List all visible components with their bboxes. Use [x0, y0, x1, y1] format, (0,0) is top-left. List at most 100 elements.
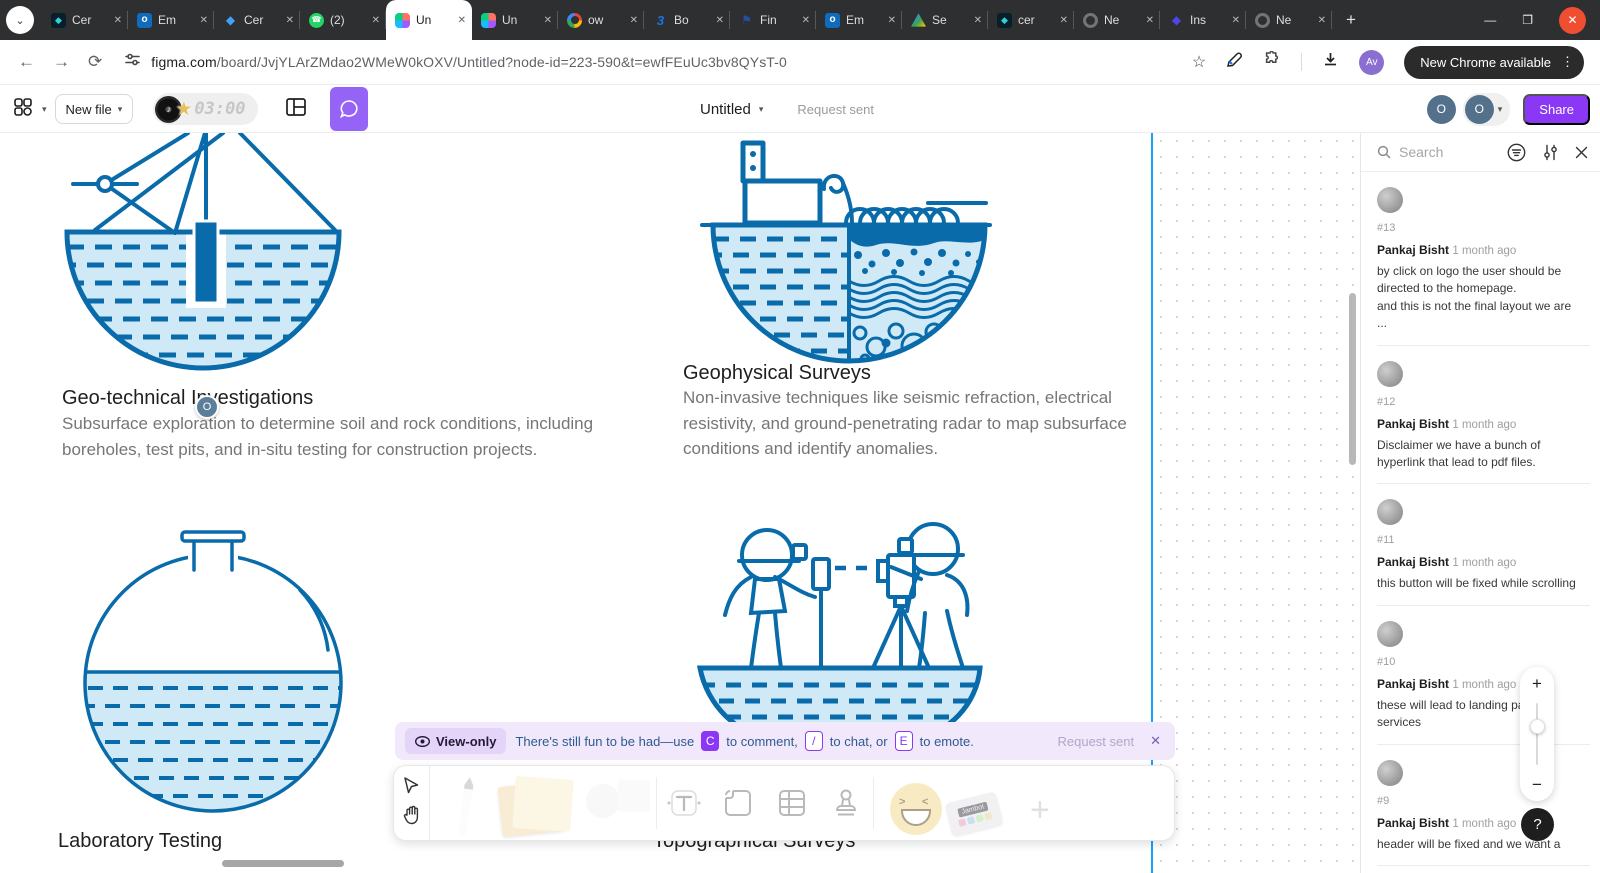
tab-close-icon[interactable]: ✕: [544, 15, 552, 26]
tab-close-icon[interactable]: ✕: [630, 15, 638, 26]
tab-close-icon[interactable]: ✕: [372, 15, 380, 26]
browser-tab[interactable]: ◆ Ins ✕: [1160, 0, 1246, 40]
divider: [1377, 865, 1590, 866]
tab-close-icon[interactable]: ✕: [1146, 15, 1154, 26]
canvas-horizontal-scrollbar[interactable]: [222, 860, 344, 867]
tab-close-icon[interactable]: ✕: [888, 15, 896, 26]
window-minimize-button[interactable]: —: [1484, 13, 1496, 27]
tab-favicon: [395, 13, 410, 28]
jambot-sticker[interactable]: Jambot: [945, 791, 1004, 837]
text-tool[interactable]: [664, 783, 704, 823]
comment-body: this button will be fixed while scrollin…: [1377, 575, 1584, 592]
tab-close-icon[interactable]: ✕: [200, 15, 208, 26]
card-title-geophysical: Geophysical Surveys: [683, 362, 871, 385]
tab-close-icon[interactable]: ✕: [114, 15, 122, 26]
comment-item[interactable]: #12 Pankaj Bisht 1 month ago Disclaimer …: [1361, 346, 1600, 485]
help-button[interactable]: ?: [1521, 808, 1554, 841]
card-body-geotechnical: Subsurface exploration to determine soil…: [62, 411, 602, 462]
current-user-avatar-menu[interactable]: O ▾: [1463, 93, 1511, 126]
chevron-down-icon[interactable]: ▾: [42, 104, 47, 115]
tab-close-icon[interactable]: ✕: [1318, 15, 1326, 26]
tab-list-chevron-icon[interactable]: ⌄: [6, 6, 34, 34]
browser-tab[interactable]: Ne ✕: [1246, 0, 1332, 40]
browser-tab[interactable]: Se ✕: [902, 0, 988, 40]
kebab-menu-icon: ⋮: [1561, 54, 1574, 70]
share-button[interactable]: Share: [1523, 94, 1590, 125]
add-more-tools-button[interactable]: +: [1030, 791, 1050, 830]
browser-tab[interactable]: Ne ✕: [1074, 0, 1160, 40]
bookmark-star-icon[interactable]: ☆: [1192, 52, 1206, 72]
tab-close-icon[interactable]: ✕: [458, 15, 466, 26]
back-icon[interactable]: ←: [18, 52, 35, 72]
zoom-slider-handle[interactable]: [1530, 719, 1545, 734]
window-close-button[interactable]: ✕: [1559, 7, 1586, 34]
browser-tab[interactable]: 3 Bo ✕: [644, 0, 730, 40]
window-restore-button[interactable]: ❐: [1522, 13, 1533, 27]
canvas-vertical-scrollbar[interactable]: [1349, 293, 1356, 465]
comment-tool-button[interactable]: [330, 87, 368, 131]
section-tool[interactable]: [718, 783, 758, 823]
tab-favicon: ◆: [223, 13, 238, 28]
tab-close-icon[interactable]: ✕: [802, 15, 810, 26]
tab-label: Em: [846, 13, 882, 27]
hand-pan-tool[interactable]: [403, 805, 421, 830]
stamp-tool[interactable]: [826, 783, 866, 823]
table-tool[interactable]: [772, 783, 812, 823]
marker-pen-tool[interactable]: [454, 776, 478, 836]
browser-tab[interactable]: o Em ✕: [128, 0, 214, 40]
comment-item[interactable]: #13 Pankaj Bisht 1 month ago by click on…: [1361, 172, 1600, 346]
tab-close-icon[interactable]: ✕: [974, 15, 982, 26]
tab-close-icon[interactable]: ✕: [1060, 15, 1068, 26]
figma-board-logo-icon[interactable]: [12, 96, 34, 123]
zoom-slider[interactable]: [1536, 703, 1538, 765]
tab-label: Ne: [1276, 13, 1312, 27]
document-title[interactable]: Untitled: [700, 101, 751, 118]
emote-laughing-tool[interactable]: > <: [890, 783, 942, 835]
tab-close-icon[interactable]: ✕: [1232, 15, 1240, 26]
sticky-note-tool[interactable]: [500, 778, 578, 836]
browser-tab[interactable]: ☎ (2) ✕: [300, 0, 386, 40]
forward-icon[interactable]: →: [53, 52, 70, 72]
comments-search-input[interactable]: [1399, 144, 1487, 160]
extensions-puzzle-icon[interactable]: [1263, 51, 1281, 74]
comment-item[interactable]: #10 Pankaj Bisht 1 month ago these will …: [1361, 606, 1600, 745]
collaborator-avatar[interactable]: O: [1427, 95, 1456, 124]
site-info-icon[interactable]: [124, 51, 141, 73]
tab-close-icon[interactable]: ✕: [716, 15, 724, 26]
new-tab-button[interactable]: +: [1336, 5, 1366, 35]
tab-favicon: o: [137, 13, 152, 28]
zoom-in-button[interactable]: +: [1532, 675, 1542, 692]
reload-icon[interactable]: ⟳: [88, 52, 102, 72]
browser-tab[interactable]: ⚑ Fin ✕: [730, 0, 816, 40]
close-panel-icon[interactable]: [1575, 146, 1588, 159]
chevron-down-icon[interactable]: ▾: [759, 104, 764, 115]
browser-tab[interactable]: Un ✕: [472, 0, 558, 40]
browser-tab[interactable]: ◆ cer ✕: [988, 0, 1074, 40]
browser-tab[interactable]: ow ✕: [558, 0, 644, 40]
comment-author: Pankaj Bisht: [1377, 555, 1449, 569]
url-text[interactable]: figma.com/board/JvjYLArZMdao2WMeW0kOXV/U…: [151, 54, 787, 70]
chrome-update-button[interactable]: New Chrome available ⋮: [1404, 46, 1584, 79]
browser-tab[interactable]: ◆ Cer ✕: [214, 0, 300, 40]
browser-tab[interactable]: o Em ✕: [816, 0, 902, 40]
frame-boundary-line: [1151, 133, 1153, 873]
templates-icon[interactable]: [284, 95, 308, 124]
browser-tab[interactable]: Un ✕: [386, 0, 472, 40]
key-c-badge: C: [701, 731, 719, 751]
comment-item[interactable]: #11 Pankaj Bisht 1 month ago this button…: [1361, 484, 1600, 605]
sort-settings-icon[interactable]: [1543, 144, 1558, 161]
music-timer-widget[interactable]: ♪ ★ 03:00: [153, 93, 257, 125]
select-cursor-tool[interactable]: [402, 776, 421, 800]
new-file-button[interactable]: New file ▾: [55, 94, 134, 124]
comment-item[interactable]: #9 Pankaj Bisht 1 month ago header will …: [1361, 745, 1600, 866]
banner-close-icon[interactable]: ✕: [1150, 733, 1161, 749]
star-sticker-icon: ★: [175, 98, 192, 121]
shapes-tool[interactable]: [586, 780, 656, 834]
chrome-profile-avatar[interactable]: Av: [1359, 50, 1384, 75]
download-icon[interactable]: [1322, 51, 1339, 73]
browser-tab[interactable]: ◆ Cer ✕: [42, 0, 128, 40]
tab-close-icon[interactable]: ✕: [286, 15, 294, 26]
pen-icon[interactable]: [1226, 51, 1243, 73]
filter-icon[interactable]: [1507, 143, 1526, 162]
zoom-out-button[interactable]: −: [1532, 776, 1542, 793]
